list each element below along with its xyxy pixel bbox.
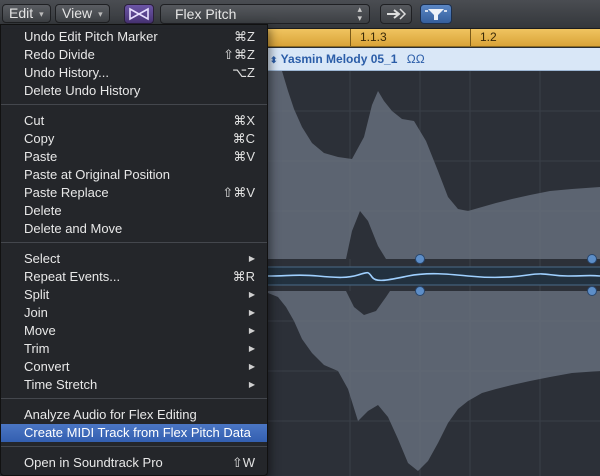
flex-toggle-button[interactable] — [124, 4, 154, 24]
menu-item-shortcut: ⌘R — [232, 269, 255, 284]
menu-item-paste-original-position[interactable]: Paste at Original Position — [1, 166, 267, 184]
flex-mode-value: Flex Pitch — [175, 6, 237, 22]
menu-item-label: Delete Undo History — [24, 83, 141, 98]
menu-item-paste[interactable]: Paste ⌘V — [1, 148, 267, 166]
submenu-arrow-icon: ▶ — [248, 254, 255, 263]
menu-item-cut[interactable]: Cut ⌘X — [1, 112, 267, 130]
menu-item-shortcut: ⌥Z — [232, 65, 255, 80]
menu-item-shortcut: ⌘X — [233, 113, 255, 128]
view-menu-button[interactable]: View ▾ — [55, 4, 110, 23]
waveform-area[interactable] — [268, 71, 600, 476]
menu-item-shortcut: ⇧W — [231, 455, 255, 470]
menu-item-label: Repeat Events... — [24, 269, 121, 284]
menu-item-label: Cut — [24, 113, 45, 128]
menu-item-label: Paste Replace — [24, 185, 109, 200]
funnel-icon — [425, 9, 447, 20]
ruler-tick — [470, 29, 471, 46]
chevron-down-icon: ▾ — [98, 9, 103, 19]
menu-item-shortcut: ⌘Z — [234, 29, 255, 44]
menu-item-label: Copy — [24, 131, 55, 146]
menu-item-label: Split — [24, 287, 50, 302]
menu-item-shortcut: ⌘C — [232, 131, 255, 146]
menu-item-label: Undo History... — [24, 65, 110, 80]
flex-icon — [129, 7, 149, 21]
menu-item-move[interactable]: Move ▶ — [1, 322, 267, 340]
menu-item-label: Paste at Original Position — [24, 167, 170, 182]
menu-item-label: Open in Soundtrack Pro — [24, 455, 163, 470]
menu-item-label: Create MIDI Track from Flex Pitch Data — [24, 425, 251, 440]
menu-item-undo-history[interactable]: Undo History... ⌥Z — [1, 64, 267, 82]
menu-item-undo[interactable]: Undo Edit Pitch Marker ⌘Z — [1, 28, 267, 46]
menu-divider — [1, 398, 267, 399]
menu-item-shortcut: ⇧⌘V — [222, 185, 255, 200]
menu-item-label: Delete — [24, 203, 62, 218]
menu-item-paste-replace[interactable]: Paste Replace ⇧⌘V — [1, 184, 267, 202]
submenu-arrow-icon: ▶ — [248, 362, 255, 371]
submenu-arrow-icon: ▶ — [248, 380, 255, 389]
menu-item-repeat-events[interactable]: Repeat Events... ⌘R — [1, 268, 267, 286]
menu-item-label: Join — [24, 305, 48, 320]
menu-divider — [1, 446, 267, 447]
ruler-tick — [350, 29, 351, 46]
menu-item-analyze-audio[interactable]: Analyze Audio for Flex Editing — [1, 406, 267, 424]
updown-arrows-icon: ▴ ▾ — [357, 4, 362, 23]
menu-divider — [1, 104, 267, 105]
menu-item-join[interactable]: Join ▶ — [1, 304, 267, 322]
region-name: Yasmin Melody 05_1 — [280, 52, 398, 66]
menu-item-open-soundtrack-pro[interactable]: Open in Soundtrack Pro ⇧W — [1, 454, 267, 472]
menu-item-create-midi-track[interactable]: Create MIDI Track from Flex Pitch Data — [1, 424, 267, 442]
catch-button[interactable] — [380, 4, 412, 24]
menu-divider — [1, 242, 267, 243]
menu-item-select[interactable]: Select ▶ — [1, 250, 267, 268]
edit-menu-label: Edit — [9, 5, 34, 21]
menu-item-time-stretch[interactable]: Time Stretch ▶ — [1, 376, 267, 394]
timeline-ruler[interactable]: 1.1.3 1.2 — [268, 29, 600, 47]
menu-item-label: Trim — [24, 341, 50, 356]
arrow-right-icon — [387, 8, 407, 20]
menu-item-delete-and-move[interactable]: Delete and Move — [1, 220, 267, 238]
menu-item-label: Analyze Audio for Flex Editing — [24, 407, 197, 422]
updown-arrows-icon: ⬍ — [270, 55, 278, 65]
menu-item-convert[interactable]: Convert ▶ — [1, 358, 267, 376]
waveform-graphic — [268, 71, 600, 476]
submenu-arrow-icon: ▶ — [248, 326, 255, 335]
edit-dropdown-menu: Undo Edit Pitch Marker ⌘Z Redo Divide ⇧⌘… — [0, 24, 268, 476]
menu-item-label: Select — [24, 251, 61, 266]
ruler-label: 1.1.3 — [360, 30, 387, 44]
edit-menu-button[interactable]: Edit ▾ — [2, 4, 51, 23]
menu-item-label: Move — [24, 323, 56, 338]
flex-mode-select[interactable]: Flex Pitch ▴ ▾ — [160, 4, 370, 24]
audio-region-header[interactable]: ⬍ Yasmin Melody 05_1 ΩΩ — [268, 48, 600, 71]
view-menu-label: View — [62, 5, 93, 21]
menu-item-label: Convert — [24, 359, 70, 374]
submenu-arrow-icon: ▶ — [248, 344, 255, 353]
menu-item-delete[interactable]: Delete — [1, 202, 267, 220]
ruler-label: 1.2 — [480, 30, 497, 44]
menu-item-redo[interactable]: Redo Divide ⇧⌘Z — [1, 46, 267, 64]
loop-icon: ΩΩ — [406, 52, 425, 66]
menu-item-label: Paste — [24, 149, 58, 164]
menu-item-delete-undo-history[interactable]: Delete Undo History — [1, 82, 267, 100]
flex-editor-button[interactable] — [420, 4, 452, 24]
submenu-arrow-icon: ▶ — [248, 290, 255, 299]
menu-item-label: Time Stretch — [24, 377, 98, 392]
menu-item-shortcut: ⇧⌘Z — [223, 47, 255, 62]
menu-item-shortcut: ⌘V — [233, 149, 255, 164]
menu-item-copy[interactable]: Copy ⌘C — [1, 130, 267, 148]
menu-item-label: Delete and Move — [24, 221, 123, 236]
menu-item-label: Undo Edit Pitch Marker — [24, 29, 158, 44]
menu-item-split[interactable]: Split ▶ — [1, 286, 267, 304]
menu-item-label: Redo Divide — [24, 47, 95, 62]
chevron-down-icon: ▾ — [39, 9, 44, 19]
submenu-arrow-icon: ▶ — [248, 308, 255, 317]
menu-item-trim[interactable]: Trim ▶ — [1, 340, 267, 358]
